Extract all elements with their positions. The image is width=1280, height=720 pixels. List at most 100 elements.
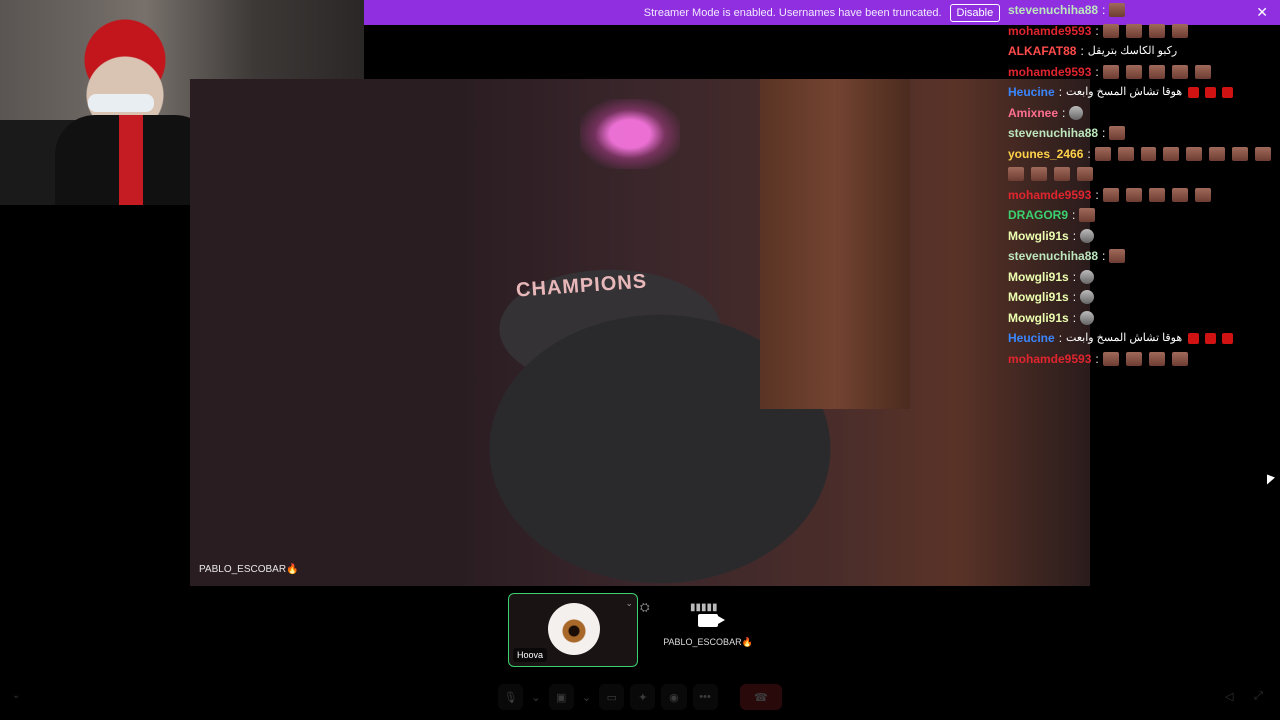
emote-icon — [1222, 332, 1234, 344]
emote-icon — [1148, 23, 1165, 38]
emote-icon — [1117, 146, 1134, 161]
emote-icon — [1102, 351, 1119, 366]
chat-separator: : — [1102, 126, 1106, 140]
chat-message: mohamde9593: — [1008, 349, 1278, 370]
emote-icon — [1080, 228, 1095, 243]
emote-icon — [1031, 167, 1047, 182]
chat-username[interactable]: Mowgli91s — [1008, 267, 1069, 288]
disable-streamer-mode-button[interactable]: Disable — [949, 3, 1001, 22]
emote-icon — [1054, 167, 1070, 182]
chat-username[interactable]: Amixnee — [1008, 103, 1058, 124]
emote-icon — [1069, 105, 1084, 120]
emote-icon — [1171, 64, 1188, 79]
emote-icon — [1148, 351, 1165, 366]
camera-icon — [698, 614, 725, 627]
chevron-down-icon[interactable]: ⌄ — [12, 690, 20, 701]
chat-username[interactable]: Heucine — [1008, 328, 1055, 349]
chat-separator: : — [1072, 269, 1077, 284]
emote-icon — [1163, 146, 1180, 161]
neon-light — [580, 99, 680, 169]
chat-message: Heucine: هوقا تشاش المسخ وابعت — [1008, 328, 1278, 349]
microphone-icon[interactable]: 🎙 — [498, 684, 524, 710]
stage-participant-name: PABLO_ESCOBAR🔥 — [199, 564, 299, 575]
chat-username[interactable]: mohamde9593 — [1008, 185, 1091, 206]
screen-share-icon[interactable]: ▭ — [599, 684, 625, 710]
chat-username[interactable]: mohamde9593 — [1008, 62, 1091, 83]
emote-icon — [1102, 187, 1119, 202]
chat-username[interactable]: ALKAFAT88 — [1008, 41, 1076, 62]
participant-tile-other[interactable]: ▮▮▮▮▮ PABLO_ESCOBAR🔥 — [648, 600, 768, 666]
emote-icon — [1125, 351, 1142, 366]
fullscreen-icon[interactable]: ⤢ — [1254, 690, 1263, 703]
emote-icon — [1077, 167, 1093, 182]
participant-tile-self[interactable]: ⌄ Hoova — [508, 593, 638, 667]
chat-message: Amixnee: — [1008, 103, 1278, 124]
chat-separator: : — [1058, 331, 1063, 345]
chat-separator: : — [1062, 105, 1066, 120]
activities-icon[interactable]: ✦ — [630, 684, 656, 710]
camera-toggle-icon[interactable]: ▣ — [548, 684, 574, 710]
emote-icon — [1102, 64, 1119, 79]
chat-message: Mowgli91s: — [1008, 308, 1278, 329]
emote-icon — [1222, 86, 1234, 98]
emote-icon — [1232, 146, 1249, 161]
speaking-indicator-icon: ▮▮▮▮▮ — [690, 602, 718, 613]
chat-username[interactable]: younes_2466 — [1008, 144, 1083, 165]
emote-icon — [1080, 290, 1095, 305]
chat-username[interactable]: mohamde9593 — [1008, 349, 1091, 370]
emote-icon — [1102, 23, 1119, 38]
emote-icon — [1109, 3, 1126, 18]
participant-name: PABLO_ESCOBAR🔥 — [663, 637, 753, 647]
volume-icon[interactable]: ◁ — [1225, 690, 1233, 703]
emote-icon — [1188, 86, 1200, 98]
chat-username[interactable]: Mowgli91s — [1008, 287, 1069, 308]
emote-icon — [1109, 249, 1126, 264]
chat-username[interactable]: DRAGOR9 — [1008, 205, 1068, 226]
chat-username[interactable]: Mowgli91s — [1008, 226, 1069, 247]
call-control-bar: 🎙 ⌄ ▣ ⌄ ▭ ✦ ◉ ••• ☎ — [498, 682, 783, 712]
chat-username[interactable]: mohamde9593 — [1008, 21, 1091, 42]
chat-separator: : — [1095, 187, 1099, 202]
chat-message: Mowgli91s: — [1008, 287, 1278, 308]
chat-message: Mowgli91s: — [1008, 267, 1278, 288]
chat-message: DRAGOR9: — [1008, 205, 1278, 226]
chat-message: mohamde9593: — [1008, 185, 1278, 206]
participant-name: Hoova — [513, 648, 548, 662]
chat-message — [1008, 164, 1278, 185]
chat-message: stevenuchiha88: — [1008, 0, 1278, 21]
soundboard-icon[interactable]: ◉ — [661, 684, 687, 710]
background-door — [760, 79, 910, 409]
emote-icon — [1109, 126, 1126, 141]
chat-separator: : — [1095, 23, 1099, 38]
chat-message: Heucine: هوقا تشاش المسخ وابعت — [1008, 82, 1278, 103]
chat-message-text: هوقا تشاش المسخ وابعت — [1066, 86, 1183, 98]
more-options-icon[interactable]: ••• — [692, 684, 718, 710]
chat-username[interactable]: Mowgli91s — [1008, 308, 1069, 329]
chevron-down-icon[interactable]: ⌄ — [625, 598, 633, 609]
chat-separator: : — [1072, 290, 1077, 304]
chat-username[interactable]: stevenuchiha88 — [1008, 0, 1098, 21]
emote-icon — [1125, 64, 1142, 79]
chat-message: stevenuchiha88: — [1008, 123, 1278, 144]
emote-icon — [1125, 23, 1142, 38]
emote-icon — [1080, 269, 1095, 284]
chat-separator: : — [1087, 146, 1091, 161]
emote-icon — [1148, 187, 1165, 202]
chat-separator: : — [1072, 310, 1077, 325]
emote-icon — [1148, 64, 1165, 79]
main-video-stage[interactable]: CHAMPIONS — [190, 79, 1090, 586]
chevron-down-icon[interactable]: ⌄ — [529, 684, 543, 710]
chat-username[interactable]: Heucine — [1008, 82, 1055, 103]
banner-text: Streamer Mode is enabled. Usernames have… — [643, 6, 942, 19]
webcam-figure-sunglasses — [88, 94, 154, 112]
chat-separator: : — [1058, 85, 1063, 99]
chat-username[interactable]: stevenuchiha88 — [1008, 123, 1098, 144]
chevron-down-icon[interactable]: ⌄ — [580, 684, 594, 710]
chat-separator: : — [1072, 208, 1076, 222]
chat-username[interactable]: stevenuchiha88 — [1008, 246, 1098, 267]
emote-icon — [1171, 187, 1188, 202]
disconnect-button[interactable]: ☎ — [739, 684, 783, 710]
emote-icon — [1171, 351, 1188, 366]
chat-separator: : — [1080, 44, 1084, 58]
chat-separator: : — [1095, 351, 1099, 366]
